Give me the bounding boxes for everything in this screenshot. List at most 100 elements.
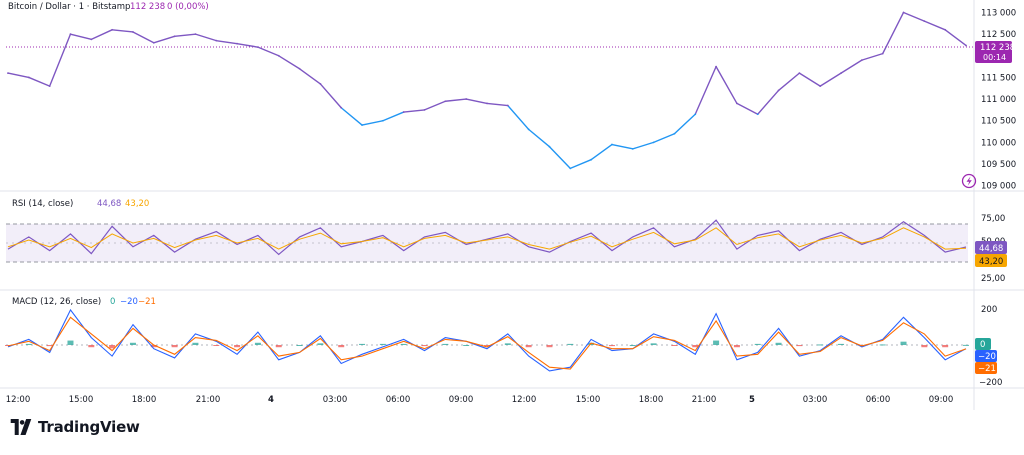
x-tick-label: 06:00 — [386, 395, 411, 405]
price-line-segment — [507, 104, 530, 131]
macd-hist-bar — [525, 345, 532, 348]
symbol-title: Bitcoin / Dollar · 1 · Bitstamp — [8, 2, 130, 12]
price-line-segment — [757, 89, 780, 115]
price-point — [819, 85, 822, 87]
x-tick-label: 21:00 — [692, 395, 717, 405]
price-line-segment — [902, 11, 926, 22]
macd-hist-bar — [421, 345, 428, 347]
price-point — [381, 119, 384, 122]
price-point — [277, 54, 280, 57]
price-point — [527, 128, 530, 131]
price-line-segment — [652, 133, 676, 144]
price-line-segment — [382, 111, 405, 122]
brand-name: TradingView — [38, 418, 140, 436]
price-line-segment — [590, 143, 613, 161]
price-point — [840, 72, 842, 75]
price-point — [777, 89, 780, 92]
macd-line — [7, 308, 967, 372]
macd-hist-bar — [442, 343, 449, 345]
price-point — [402, 111, 405, 113]
price-point — [798, 72, 801, 75]
price-tick: 113 000 — [981, 8, 1016, 18]
tradingview-logo-icon — [10, 419, 32, 435]
price-point — [90, 38, 93, 41]
x-tick-label: 4 — [268, 395, 274, 405]
macd-hist-tag-text: 0 — [980, 340, 985, 350]
price-point — [257, 46, 259, 49]
price-point — [881, 52, 884, 55]
rsi-ma-legend-value: 43,20 — [125, 199, 149, 209]
price-line-segment — [861, 52, 884, 61]
price-point — [715, 65, 717, 68]
price-point — [736, 102, 738, 105]
price-point — [340, 106, 343, 109]
macd-hist-bar — [754, 343, 761, 345]
price-tick: 110 500 — [981, 117, 1016, 127]
price-line-segment — [923, 20, 946, 31]
macd-hist-bar — [88, 345, 95, 348]
price-line-segment — [777, 72, 801, 92]
price-point — [361, 124, 363, 126]
macd-hist-bar — [942, 345, 949, 348]
macd-hist-bar — [171, 345, 178, 348]
x-tick-label: 09:00 — [929, 395, 954, 405]
tradingview-logo[interactable]: TradingView — [10, 418, 140, 436]
last-price-tag-text: 112 238 — [980, 43, 1015, 53]
price-point — [965, 44, 967, 47]
macd-hist-bar — [629, 345, 636, 346]
price-point — [111, 28, 114, 31]
macd-hist-legend-value: 0 — [110, 297, 115, 307]
x-tick-label: 09:00 — [449, 395, 474, 405]
price-point — [48, 85, 51, 87]
price-point — [152, 41, 155, 44]
price-line-segment — [257, 46, 280, 57]
price-point — [860, 59, 863, 62]
price-line-segment — [173, 33, 197, 38]
price-line-segment — [28, 76, 51, 87]
x-tick-label: 18:00 — [639, 395, 664, 405]
price-line-segment — [715, 65, 738, 105]
x-tick-label: 12:00 — [512, 395, 537, 405]
x-tick-label: 03:00 — [323, 395, 348, 405]
price-line-segment — [48, 33, 72, 87]
macd-hist-bar — [67, 340, 74, 345]
price-point — [69, 33, 72, 36]
price-line-segment — [215, 39, 238, 45]
price-point — [611, 143, 613, 146]
macd-hist-bar — [817, 344, 824, 346]
price-point — [902, 11, 905, 14]
countdown-text: 00:14 — [983, 53, 1006, 62]
price-line-segment — [632, 141, 655, 150]
price-point — [194, 33, 197, 36]
chart-svg[interactable]: Bitcoin / Dollar · 1 · Bitstamp 112 238 … — [0, 0, 1024, 451]
rsi-tick-75: 75,00 — [981, 214, 1005, 224]
price-line-segment — [361, 120, 384, 126]
x-tick-label: 06:00 — [866, 395, 891, 405]
macd-hist-bar — [775, 342, 782, 345]
macd-hist-bar — [317, 343, 324, 345]
macd-hist-bar — [650, 343, 657, 345]
price-point — [631, 147, 634, 150]
macd-hist-bar — [921, 345, 928, 348]
price-point — [132, 31, 134, 33]
price-tick: 109 500 — [981, 160, 1016, 170]
price-line-segment — [798, 72, 821, 87]
price-point — [486, 102, 488, 105]
price-line-segment — [486, 102, 509, 107]
macd-hist-bar — [234, 345, 241, 348]
macd-hist-bar — [463, 345, 470, 346]
price-line-segment — [819, 72, 842, 87]
price-line-segment — [548, 146, 572, 170]
price-point — [506, 104, 509, 107]
price-point — [465, 98, 468, 100]
price-point — [423, 109, 426, 111]
price-line-segment — [278, 55, 301, 70]
macd-hist-bar — [46, 345, 53, 347]
rsi-ma-tag-text: 43,20 — [979, 257, 1003, 267]
macd-tick-200: 200 — [981, 305, 997, 315]
x-tick-label: 03:00 — [803, 395, 828, 405]
x-tick-label: 15:00 — [576, 395, 601, 405]
price-line-segment — [402, 109, 426, 113]
macd-hist-bar — [900, 341, 907, 345]
price-line-segment — [319, 83, 342, 109]
